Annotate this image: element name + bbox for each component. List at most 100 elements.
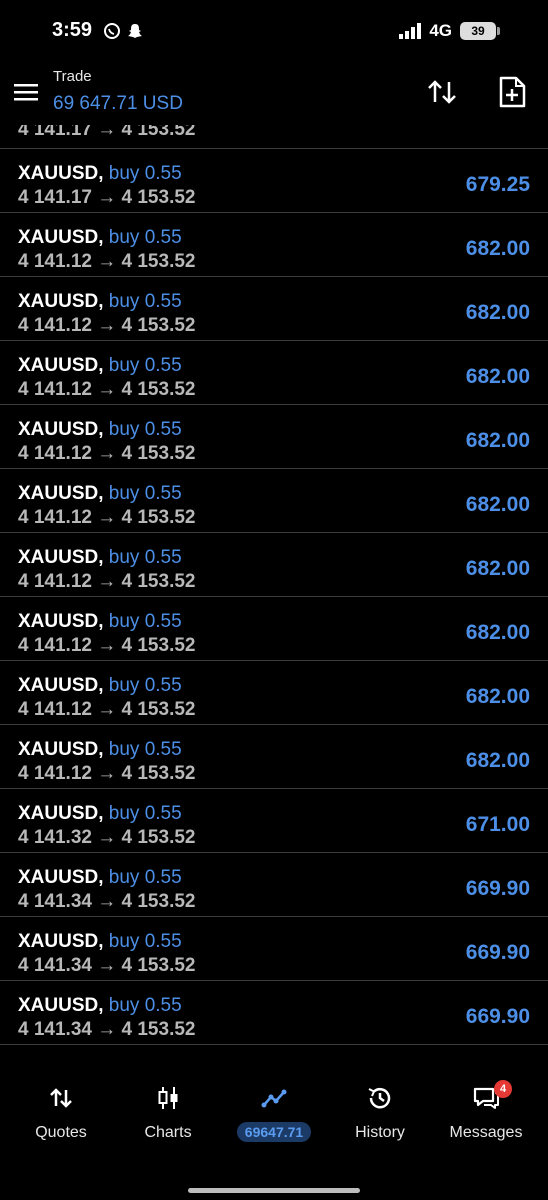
network-type: 4G: [429, 21, 452, 40]
position-title: XAUUSD, buy 0.55: [18, 355, 182, 377]
nav-history-label: History: [355, 1124, 405, 1141]
position-profit: 669.90: [465, 941, 530, 964]
position-action: buy 0.55: [108, 163, 182, 184]
list-item[interactable]: XAUUSD, buy 0.55 4 141.34 → 4 153.52 669.9…: [0, 981, 548, 1045]
position-action: buy 0.55: [108, 419, 182, 440]
nav-charts[interactable]: Charts: [118, 1084, 218, 1154]
positions-list[interactable]: 4 141.17 → 4 153.52 XAUUSD, buy 0.55 4 14…: [0, 115, 548, 1045]
position-title: XAUUSD, buy 0.55: [18, 483, 182, 505]
menu-icon[interactable]: [12, 78, 42, 106]
position-action: buy 0.55: [108, 547, 182, 568]
list-item[interactable]: XAUUSD, buy 0.55 4 141.17 → 4 153.52 679.2…: [0, 149, 548, 213]
position-action: buy 0.55: [108, 291, 182, 312]
messages-badge: 4: [494, 1080, 512, 1098]
position-symbol: XAUUSD,: [18, 611, 104, 632]
list-item[interactable]: XAUUSD, buy 0.55 4 141.12 → 4 153.52 682.0…: [0, 277, 548, 341]
position-title: XAUUSD, buy 0.55: [18, 227, 182, 249]
nav-charts-label: Charts: [144, 1124, 192, 1141]
position-symbol: XAUUSD,: [18, 995, 104, 1016]
position-title: XAUUSD, buy 0.55: [18, 931, 182, 953]
position-title: XAUUSD, buy 0.55: [18, 739, 182, 761]
position-title: XAUUSD, buy 0.55: [18, 675, 182, 697]
position-symbol: XAUUSD,: [18, 163, 104, 184]
trade-trend-icon: [261, 1089, 287, 1108]
position-profit: 682.00: [465, 493, 530, 516]
position-title: XAUUSD, buy 0.55: [18, 995, 182, 1017]
position-symbol: XAUUSD,: [18, 547, 104, 568]
whatsapp-icon: [104, 23, 120, 39]
list-item[interactable]: XAUUSD, buy 0.55 4 141.12 → 4 153.52 682.0…: [0, 661, 548, 725]
status-indicators: 4G 39: [399, 20, 500, 42]
position-prices: 4 141.12 → 4 153.52: [18, 251, 196, 272]
position-prices: 4 141.34 → 4 153.52: [18, 955, 196, 976]
list-item[interactable]: XAUUSD, buy 0.55 4 141.12 → 4 153.52 682.0…: [0, 533, 548, 597]
list-item[interactable]: XAUUSD, buy 0.55 4 141.12 → 4 153.52 682.0…: [0, 469, 548, 533]
position-prices: 4 141.12 → 4 153.52: [18, 315, 196, 336]
position-prices: 4 141.12 → 4 153.52: [18, 379, 196, 400]
nav-quotes[interactable]: Quotes: [11, 1084, 111, 1154]
position-prices: 4 141.12 → 4 153.52: [18, 763, 196, 784]
list-item[interactable]: XAUUSD, buy 0.55 4 141.32 → 4 153.52 671.0…: [0, 789, 548, 853]
position-profit: 682.00: [465, 429, 530, 452]
position-profit: 682.00: [465, 365, 530, 388]
position-prices: 4 141.34 → 4 153.52: [18, 891, 196, 912]
position-profit: 682.00: [465, 557, 530, 580]
position-symbol: XAUUSD,: [18, 483, 104, 504]
position-profit: 669.90: [465, 877, 530, 900]
position-symbol: XAUUSD,: [18, 803, 104, 824]
position-prices: 4 141.34 → 4 153.52: [18, 1019, 196, 1040]
position-prices: 4 141.12 → 4 153.52: [18, 507, 196, 528]
list-item[interactable]: XAUUSD, buy 0.55 4 141.12 → 4 153.52 682.0…: [0, 341, 548, 405]
position-prices: 4 141.12 → 4 153.52: [18, 571, 196, 592]
position-prices: 4 141.12 → 4 153.52: [18, 699, 196, 720]
position-profit: 682.00: [465, 621, 530, 644]
list-item[interactable]: XAUUSD, buy 0.55 4 141.12 → 4 153.52 682.0…: [0, 725, 548, 789]
bottom-nav: Quotes Charts 69647.71 History 4 Message…: [0, 1068, 548, 1200]
nav-messages[interactable]: 4 Messages: [436, 1080, 536, 1154]
position-title: XAUUSD, buy 0.55: [18, 611, 182, 633]
list-item[interactable]: XAUUSD, buy 0.55 4 141.34 → 4 153.52 669.9…: [0, 917, 548, 981]
position-title: XAUUSD, buy 0.55: [18, 419, 182, 441]
list-item[interactable]: XAUUSD, buy 0.55 4 141.34 → 4 153.52 669.9…: [0, 853, 548, 917]
position-action: buy 0.55: [108, 227, 182, 248]
nav-trade[interactable]: 69647.71: [224, 1084, 324, 1154]
position-profit: 679.25: [465, 173, 530, 196]
position-profit: 682.00: [465, 301, 530, 324]
list-item[interactable]: XAUUSD, buy 0.55 4 141.12 → 4 153.52 682.0…: [0, 213, 548, 277]
position-action: buy 0.55: [108, 483, 182, 504]
position-symbol: XAUUSD,: [18, 739, 104, 760]
position-prices: 4 141.12 → 4 153.52: [18, 635, 196, 656]
position-symbol: XAUUSD,: [18, 227, 104, 248]
position-title: XAUUSD, buy 0.55: [18, 867, 182, 889]
position-action: buy 0.55: [108, 995, 182, 1016]
new-order-icon[interactable]: [494, 74, 530, 110]
list-item[interactable]: XAUUSD, buy 0.55 4 141.12 → 4 153.52 682.0…: [0, 597, 548, 661]
list-item[interactable]: XAUUSD, buy 0.55 4 141.12 → 4 153.52 682.0…: [0, 405, 548, 469]
nav-quotes-label: Quotes: [35, 1124, 87, 1141]
sort-icon[interactable]: [424, 74, 460, 110]
candlestick-icon: [158, 1087, 178, 1109]
status-bar: 3:59 4G 39: [0, 0, 548, 60]
position-symbol: XAUUSD,: [18, 291, 104, 312]
status-time: 3:59: [52, 19, 93, 41]
position-action: buy 0.55: [108, 355, 182, 376]
position-prices: 4 141.32 → 4 153.52: [18, 827, 196, 848]
position-profit: 671.00: [465, 813, 530, 836]
position-profit: 682.00: [465, 749, 530, 772]
position-profit: 669.90: [465, 1005, 530, 1028]
position-title: XAUUSD, buy 0.55: [18, 291, 182, 313]
nav-history[interactable]: History: [330, 1084, 430, 1154]
nav-trade-balance: 69647.71: [236, 1122, 312, 1142]
snapchat-icon: [128, 24, 142, 38]
signal-icon: [399, 23, 422, 39]
quotes-icon: [50, 1088, 72, 1108]
position-title: XAUUSD, buy 0.55: [18, 803, 182, 825]
position-action: buy 0.55: [108, 867, 182, 888]
home-indicator[interactable]: [188, 1188, 360, 1193]
battery-icon: 39: [460, 22, 500, 40]
position-action: buy 0.55: [108, 803, 182, 824]
position-symbol: XAUUSD,: [18, 355, 104, 376]
position-action: buy 0.55: [108, 739, 182, 760]
position-title: XAUUSD, buy 0.55: [18, 163, 182, 185]
account-balance: 69 647.71 USD: [53, 93, 183, 114]
